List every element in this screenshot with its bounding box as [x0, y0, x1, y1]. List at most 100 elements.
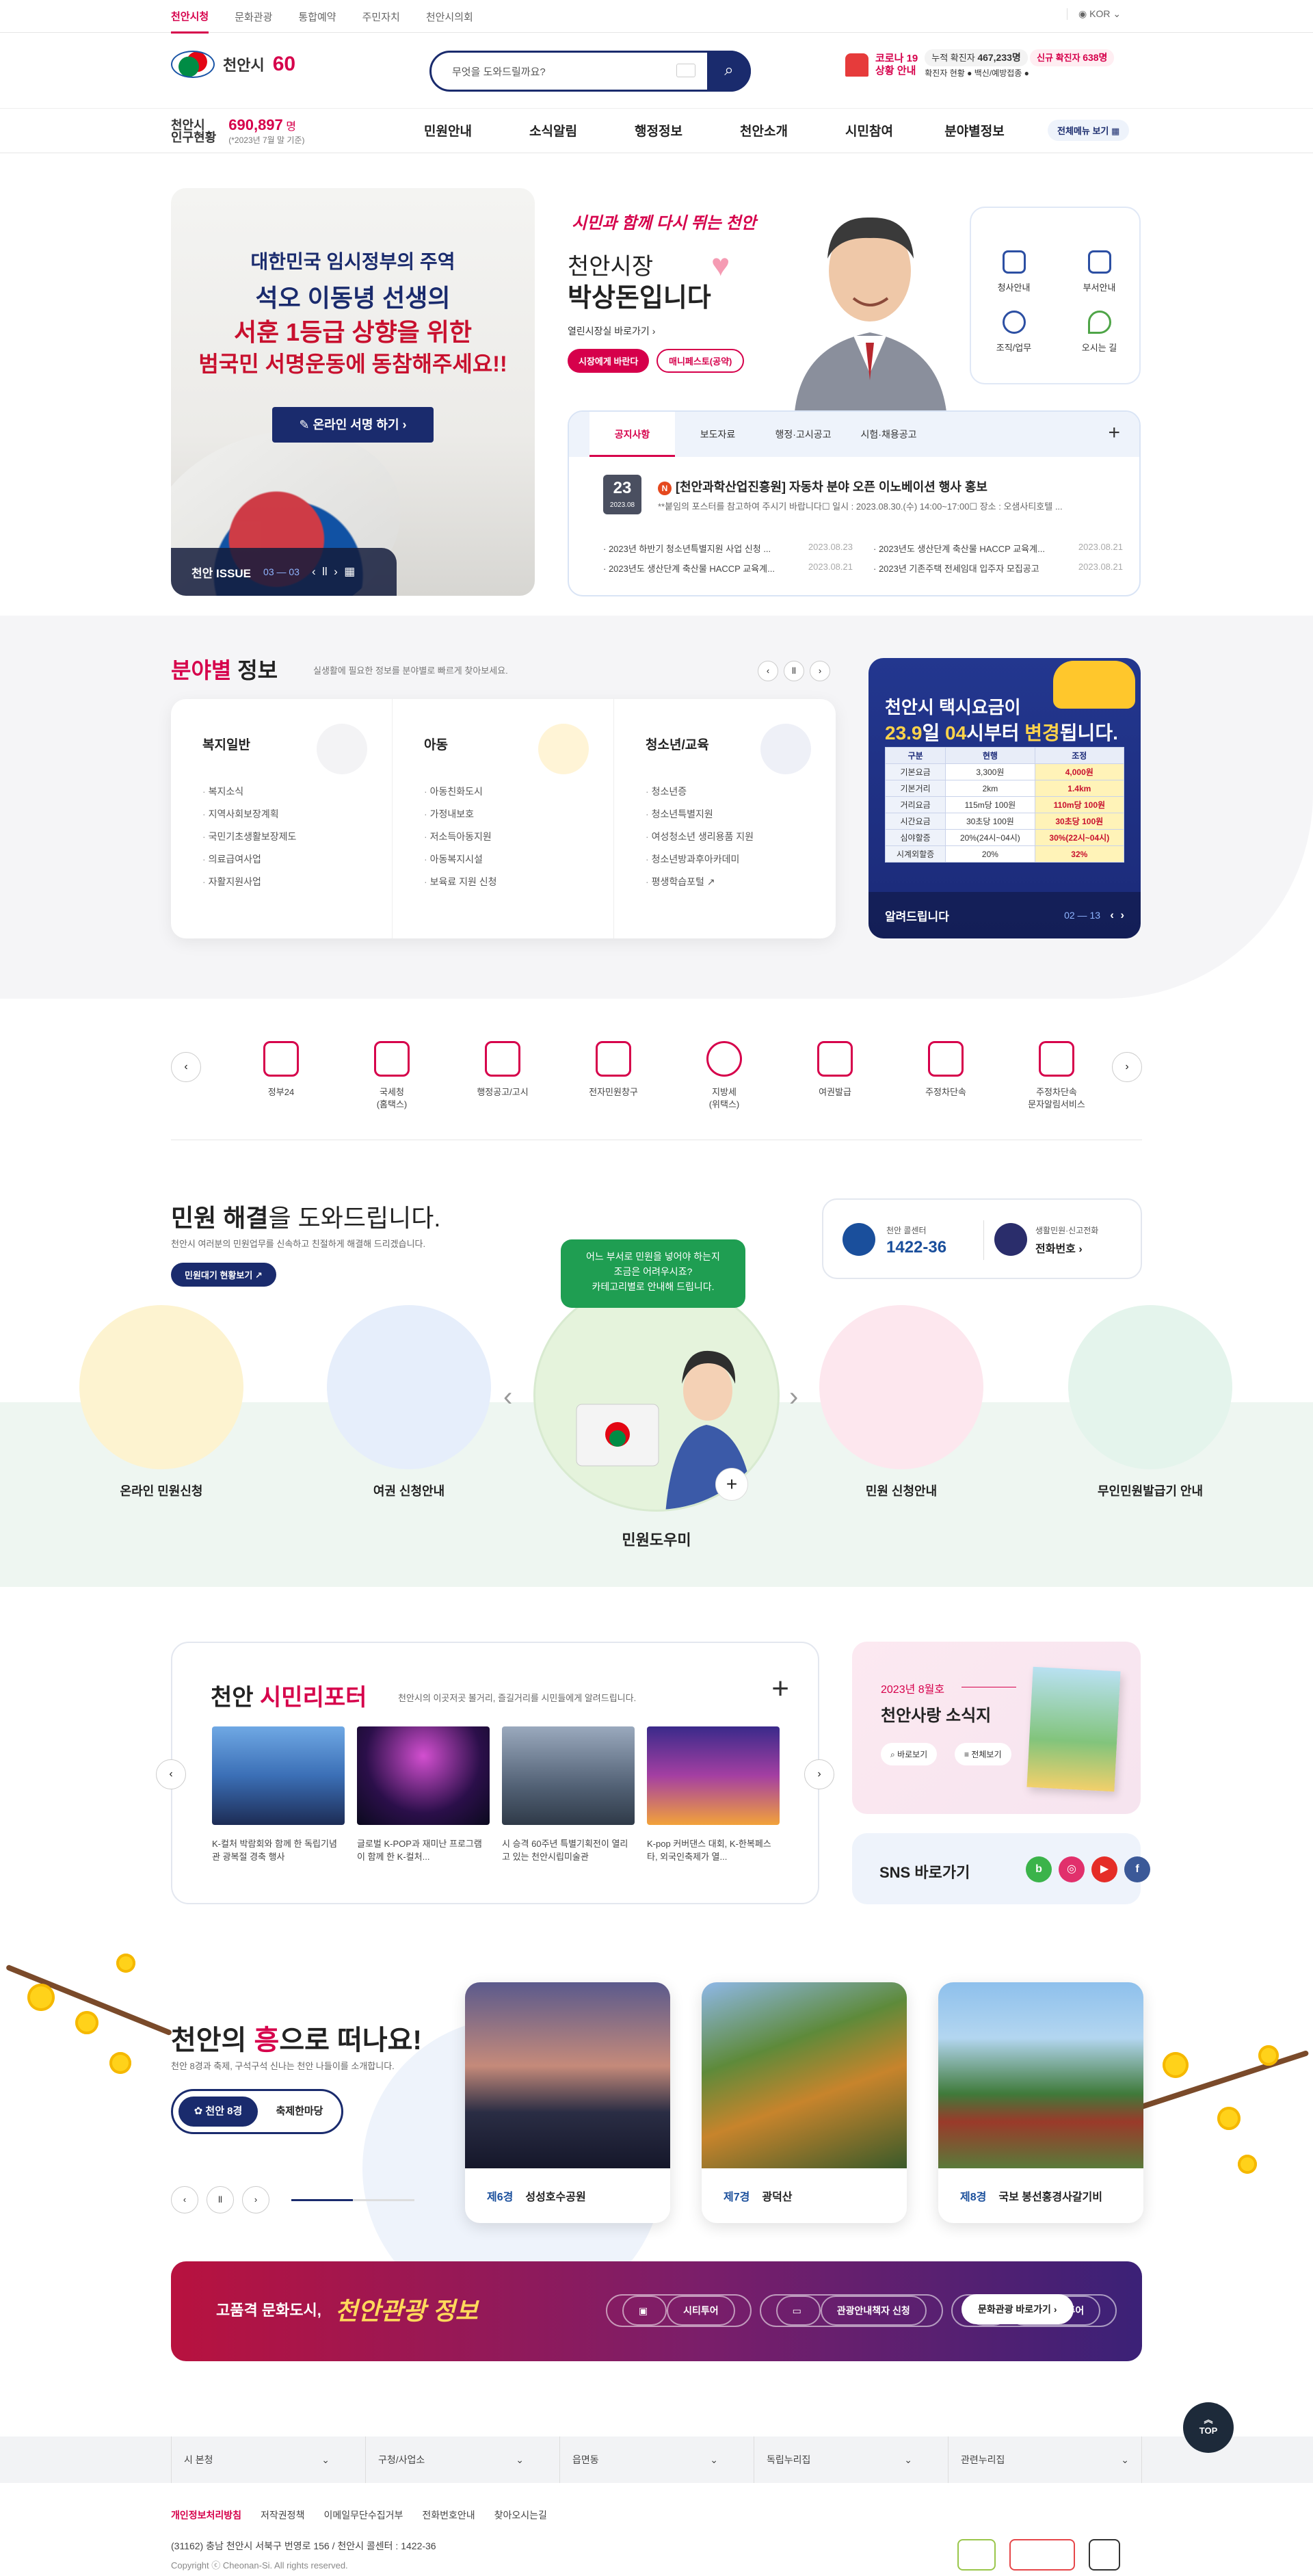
- quick-directions[interactable]: 오시는 길: [1057, 311, 1142, 354]
- tour-card[interactable]: 제7경 광덕산: [702, 1982, 907, 2223]
- list-item[interactable]: 저소득아동지원: [424, 826, 613, 848]
- select-independent[interactable]: 독립누리집 ⌄: [754, 2436, 925, 2483]
- issue-banner[interactable]: 대한민국 임시정부의 주역 석오 이동녕 선생의 서훈 1등급 상향을 위한 범…: [171, 188, 535, 596]
- select-cityhall[interactable]: 시 본청 ⌄: [171, 2436, 342, 2483]
- tab-press[interactable]: 보도자료: [675, 412, 760, 457]
- list-item[interactable]: 자활지원사업: [202, 871, 392, 893]
- service-parking-sms[interactable]: 주정차단속 문자알림서비스: [1001, 1038, 1112, 1111]
- prev-icon[interactable]: ‹: [156, 1759, 186, 1789]
- view-all-button[interactable]: ≡ 전체보기: [955, 1743, 1011, 1765]
- youtube-icon[interactable]: ▶: [1091, 1856, 1117, 1882]
- list-item[interactable]: 아동친화도시: [424, 780, 613, 803]
- site-tab-council[interactable]: 천안시의회: [426, 10, 473, 24]
- grid-icon[interactable]: ▦: [344, 565, 355, 578]
- plus-icon[interactable]: +: [715, 1468, 748, 1501]
- search-input[interactable]: 무엇을 도와드릴까요?: [452, 64, 546, 79]
- public-service-badge[interactable]: [1009, 2539, 1075, 2571]
- service-parking[interactable]: 주정차단속: [890, 1038, 1001, 1111]
- tour-card[interactable]: 제6경 성성호수공원: [465, 1982, 670, 2223]
- list-item[interactable]: 평생학습포털 ↗: [646, 871, 836, 893]
- site-logo[interactable]: 천안시 60: [171, 51, 295, 78]
- list-item[interactable]: K-컬처 박람회와 함께 한 독립기념관 광복절 경축 행사: [212, 1726, 345, 1863]
- call-center-number[interactable]: 1422-36: [886, 1238, 946, 1257]
- next-icon[interactable]: ›: [1120, 908, 1124, 921]
- pause-icon[interactable]: ll: [784, 661, 804, 681]
- list-item[interactable]: · 2023년도 생산단계 축산물 HACCP 교육계... 2023.08.21: [873, 542, 1123, 555]
- notice-headline[interactable]: N [천안과학산업진흥원] 자동차 분야 오픈 이노베이션 행사 홍보: [658, 477, 987, 495]
- list-item[interactable]: 지역사회보장계획: [202, 803, 392, 826]
- instagram-icon[interactable]: ◎: [1059, 1856, 1085, 1882]
- prev-icon[interactable]: ‹: [312, 565, 316, 578]
- list-item[interactable]: 복지소식: [202, 780, 392, 803]
- civil-request-illustration[interactable]: [819, 1305, 983, 1469]
- site-tab-culture[interactable]: 문화관광: [235, 10, 272, 24]
- list-item[interactable]: · 2023년 기존주택 전세임대 입주자 모집공고 2023.08.21: [873, 562, 1123, 575]
- site-tab-autonomy[interactable]: 주민자치: [362, 10, 400, 24]
- menu-participation[interactable]: 시민참여: [817, 121, 922, 140]
- ask-mayor-button[interactable]: 시장에게 바란다: [568, 349, 650, 373]
- plus-icon[interactable]: +: [1108, 421, 1120, 445]
- select-offices[interactable]: 구청/사업소 ⌄: [365, 2436, 536, 2483]
- waiting-status-button[interactable]: 민원대기 현황보기 ↗: [171, 1263, 276, 1287]
- next-icon[interactable]: ›: [242, 2186, 269, 2213]
- manifesto-button[interactable]: 매니페스토(공약): [656, 349, 745, 373]
- online-sign-button[interactable]: ✎ 온라인 서명 하기 ›: [272, 407, 434, 443]
- tab-recruit[interactable]: 시험·채용공고: [846, 412, 931, 457]
- select-towns[interactable]: 읍면동 ⌄: [559, 2436, 730, 2483]
- blog-icon[interactable]: b: [1026, 1856, 1052, 1882]
- list-item[interactable]: 국민기초생활보장제도: [202, 826, 392, 848]
- tour-card[interactable]: 제8경 국보 봉선홍경사갈기비: [938, 1982, 1143, 2223]
- list-item[interactable]: 청소년방과후아카데미: [646, 848, 836, 871]
- menu-civil[interactable]: 민원안내: [395, 121, 501, 140]
- service-e-civil[interactable]: 전자민원창구: [558, 1038, 669, 1111]
- list-item[interactable]: 글로벌 K-POP과 재미난 프로그램이 함께 한 K-컬처...: [357, 1726, 490, 1863]
- menu-admin[interactable]: 행정정보: [606, 121, 711, 140]
- plus-icon[interactable]: +: [771, 1672, 789, 1706]
- web-accessibility-badge[interactable]: [957, 2539, 996, 2571]
- list-item[interactable]: 청소년특별지원: [646, 803, 836, 826]
- directions-link[interactable]: 찾아오시는길: [494, 2508, 547, 2522]
- tab-public-notice[interactable]: 행정·고시공고: [760, 412, 846, 457]
- quick-departments[interactable]: 부서안내: [1057, 250, 1142, 293]
- newsletter-cover[interactable]: [1026, 1666, 1121, 1792]
- list-item[interactable]: 가정내보호: [424, 803, 613, 826]
- qr-code-icon[interactable]: [1089, 2539, 1120, 2571]
- service-notice[interactable]: 행정공고/고시: [447, 1038, 558, 1111]
- pause-icon[interactable]: ll: [207, 2186, 234, 2213]
- select-related[interactable]: 관련누리집 ⌄: [948, 2436, 1142, 2483]
- city-tour-button[interactable]: ▣ 시티투어: [606, 2294, 752, 2327]
- covid-status-link[interactable]: 확진자 현황: [925, 68, 965, 78]
- online-civil-illustration[interactable]: [79, 1305, 243, 1469]
- prev-icon[interactable]: ‹: [171, 1052, 201, 1082]
- keyboard-icon[interactable]: [676, 64, 695, 77]
- service-hometax[interactable]: 국세청 (홈택스): [336, 1038, 447, 1111]
- privacy-link[interactable]: 개인정보처리방침: [171, 2508, 241, 2522]
- next-icon[interactable]: ›: [804, 1759, 834, 1789]
- copyright-link[interactable]: 저작권정책: [261, 2508, 304, 2522]
- list-item[interactable]: K-pop 커버댄스 대회, K-한복페스타, 외국인축제가 열...: [647, 1726, 780, 1863]
- all-menu-button[interactable]: 전체메뉴 보기 ▦: [1048, 120, 1130, 141]
- top-button[interactable]: ︽ TOP: [1183, 2402, 1234, 2453]
- next-icon[interactable]: ›: [1112, 1052, 1142, 1082]
- chevron-left-icon[interactable]: ‹: [503, 1382, 512, 1412]
- language-select[interactable]: ◉ KOR ⌄: [1067, 8, 1121, 20]
- tab-festival[interactable]: 축제한마당: [262, 2097, 337, 2127]
- tab-8-scenes[interactable]: ✿ 천안 8경: [178, 2097, 258, 2127]
- culture-go-button[interactable]: 문화관광 바로가기 ›: [961, 2294, 1074, 2324]
- phone-directory-link[interactable]: 전화번호 ›: [1035, 1239, 1083, 1256]
- next-icon[interactable]: ›: [334, 565, 338, 578]
- list-item[interactable]: 의료급여사업: [202, 848, 392, 871]
- menu-news[interactable]: 소식알림: [501, 121, 606, 140]
- vaccine-link[interactable]: 백신/예방접종: [974, 68, 1022, 78]
- list-item[interactable]: 청소년증: [646, 780, 836, 803]
- pause-icon[interactable]: ll: [322, 565, 328, 578]
- list-item[interactable]: · 2023년 하반기 청소년특별지원 사업 신청 ... 2023.08.23: [603, 542, 853, 555]
- next-icon[interactable]: ›: [810, 661, 830, 681]
- prev-icon[interactable]: ‹: [1110, 908, 1114, 921]
- prev-icon[interactable]: ‹: [758, 661, 778, 681]
- taxi-fare-banner[interactable]: 천안시 택시요금이 23.9일 04시부터 변경됩니다. 구분 현행 조정 기본요금…: [868, 658, 1141, 938]
- tab-notice[interactable]: 공지사항: [589, 412, 675, 457]
- list-item[interactable]: · 2023년도 생산단계 축산물 HACCP 교육계... 2023.08.21: [603, 562, 853, 575]
- chevron-right-icon[interactable]: ›: [789, 1382, 798, 1412]
- phone-guide-link[interactable]: 전화번호안내: [422, 2508, 475, 2522]
